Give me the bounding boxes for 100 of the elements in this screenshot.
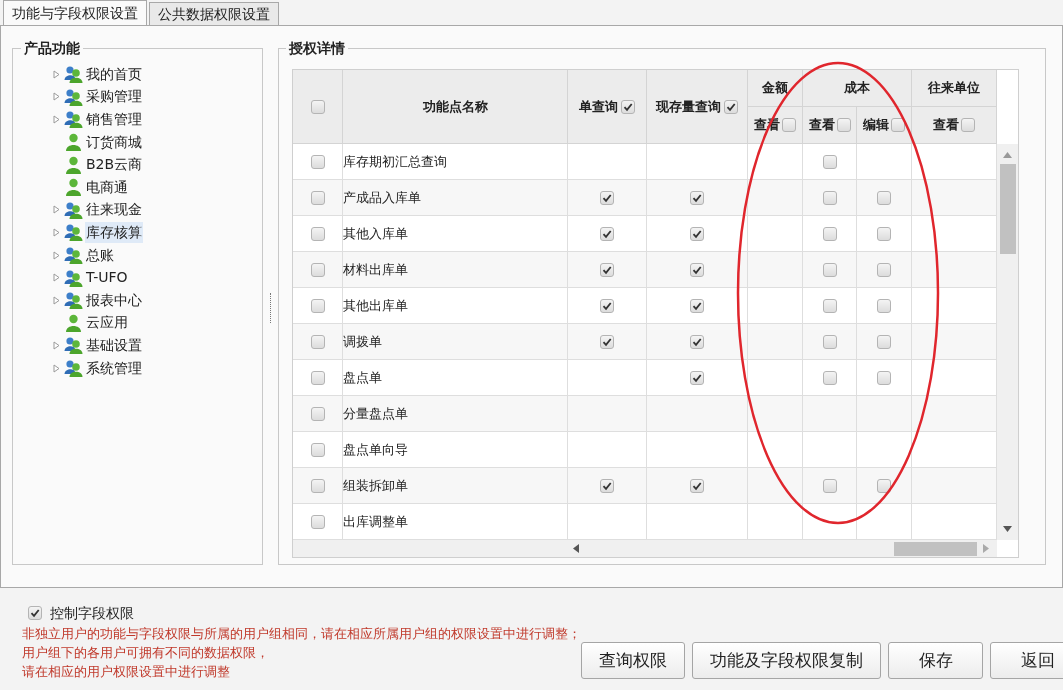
checkbox[interactable] xyxy=(600,262,614,277)
column-checkbox[interactable] xyxy=(891,118,905,132)
expand-arrow-icon[interactable] xyxy=(53,340,60,350)
checkbox[interactable] xyxy=(690,478,704,493)
tree-item[interactable]: B2B云商 xyxy=(85,154,144,176)
tree-item[interactable]: 我的首页 xyxy=(85,63,143,85)
column-checkbox[interactable] xyxy=(836,118,851,132)
checkbox[interactable] xyxy=(690,190,704,205)
column-checkbox[interactable] xyxy=(782,118,796,132)
scroll-right-icon[interactable] xyxy=(983,544,989,553)
expand-arrow-icon[interactable] xyxy=(53,295,60,305)
column-header: 功能点名称 xyxy=(422,97,488,116)
warning-note: 请在相应的用户权限设置中进行调整 xyxy=(22,663,231,681)
users-icon xyxy=(64,359,83,377)
expand-arrow-icon[interactable] xyxy=(53,250,60,260)
column-header: 查看 xyxy=(808,116,835,135)
column-checkbox[interactable] xyxy=(621,99,635,114)
column-checkbox[interactable] xyxy=(961,118,975,132)
tree-item[interactable]: 总账 xyxy=(85,244,115,266)
warning-note: 用户组下的各用户可拥有不同的数据权限， xyxy=(22,644,270,662)
column-checkbox[interactable] xyxy=(724,99,738,114)
tree-item[interactable]: 报表中心 xyxy=(85,289,143,311)
expand-arrow-icon[interactable] xyxy=(53,92,60,102)
tree-item[interactable]: 基础设置 xyxy=(85,334,143,356)
checkbox[interactable] xyxy=(822,262,837,277)
expand-arrow-icon[interactable] xyxy=(53,363,60,373)
checkbox[interactable] xyxy=(690,226,704,241)
checkbox[interactable] xyxy=(822,154,837,169)
scroll-thumb[interactable] xyxy=(894,541,977,556)
tab[interactable]: 公共数据权限设置 xyxy=(149,2,279,25)
column-header: 单查询 xyxy=(579,97,618,116)
vertical-scrollbar[interactable] xyxy=(997,144,1018,541)
checkbox[interactable] xyxy=(877,370,891,385)
users-icon xyxy=(64,291,83,310)
select-all-checkbox[interactable] xyxy=(310,99,325,114)
row-checkbox[interactable] xyxy=(310,262,325,277)
row-checkbox[interactable] xyxy=(310,190,325,205)
checkbox[interactable] xyxy=(600,478,614,493)
row-checkbox[interactable] xyxy=(310,478,325,493)
action-button[interactable]: 返回 xyxy=(990,642,1063,679)
user-icon xyxy=(64,313,83,332)
tree-item[interactable]: 云应用 xyxy=(85,312,129,334)
checkbox[interactable] xyxy=(877,226,891,241)
checkbox[interactable] xyxy=(600,334,614,349)
row-checkbox[interactable] xyxy=(310,406,325,421)
checkbox[interactable] xyxy=(877,190,891,205)
tab[interactable]: 功能与字段权限设置 xyxy=(3,0,147,25)
checkbox[interactable] xyxy=(690,298,704,313)
splitter-handle[interactable] xyxy=(269,292,272,323)
expand-arrow-icon[interactable] xyxy=(53,273,60,283)
checkbox[interactable] xyxy=(600,190,614,205)
tree-item[interactable]: 电商通 xyxy=(85,176,129,198)
field-control-checkbox[interactable] xyxy=(28,606,42,620)
warning-note: 非独立用户的功能与字段权限与所属的用户组相同，请在相应所属用户组的权限设置中进行调整； xyxy=(22,625,581,643)
scroll-left-icon[interactable] xyxy=(573,544,579,553)
row-checkbox[interactable] xyxy=(310,154,325,169)
checkbox[interactable] xyxy=(822,190,837,205)
checkbox[interactable] xyxy=(822,478,837,493)
row-checkbox[interactable] xyxy=(310,334,325,349)
expand-arrow-icon[interactable] xyxy=(53,205,60,215)
tree-item[interactable]: T-UFO xyxy=(85,267,129,289)
action-button[interactable]: 查询权限 xyxy=(581,642,685,679)
checkbox[interactable] xyxy=(877,334,891,349)
checkbox-label: 控制字段权限 xyxy=(50,603,134,623)
checkbox[interactable] xyxy=(822,226,837,241)
checkbox[interactable] xyxy=(822,334,837,349)
tree-item[interactable]: 往来现金 xyxy=(85,199,143,221)
row-checkbox[interactable] xyxy=(310,298,325,313)
checkbox[interactable] xyxy=(690,334,704,349)
scroll-up-icon[interactable] xyxy=(1003,152,1012,158)
tree-item[interactable]: 订货商城 xyxy=(85,131,143,153)
users-icon xyxy=(64,200,83,219)
row-checkbox[interactable] xyxy=(310,514,325,529)
group-header: 成本 xyxy=(844,79,870,98)
action-button[interactable]: 保存 xyxy=(888,642,983,679)
checkbox[interactable] xyxy=(877,478,891,493)
checkbox[interactable] xyxy=(600,298,614,313)
scroll-thumb[interactable] xyxy=(999,164,1016,254)
expand-arrow-icon[interactable] xyxy=(53,227,60,237)
expand-arrow-icon[interactable] xyxy=(53,115,60,124)
tree-item[interactable]: 采购管理 xyxy=(85,86,143,108)
row-checkbox[interactable] xyxy=(310,370,325,385)
tree-item[interactable]: 库存核算 xyxy=(85,221,143,243)
group-header: 往来单位 xyxy=(928,79,980,98)
checkbox[interactable] xyxy=(690,262,704,277)
checkbox[interactable] xyxy=(877,298,891,313)
checkbox[interactable] xyxy=(822,370,837,385)
expand-arrow-icon[interactable] xyxy=(53,69,60,79)
checkbox[interactable] xyxy=(877,262,891,277)
action-button[interactable]: 功能及字段权限复制 xyxy=(692,642,881,679)
row-checkbox[interactable] xyxy=(310,226,325,241)
checkbox[interactable] xyxy=(600,226,614,241)
scroll-down-icon[interactable] xyxy=(1003,526,1012,533)
horizontal-scrollbar[interactable] xyxy=(293,540,997,557)
checkbox[interactable] xyxy=(690,370,704,385)
checkbox[interactable] xyxy=(822,298,837,313)
tree-item[interactable]: 销售管理 xyxy=(85,109,143,130)
row-checkbox[interactable] xyxy=(310,442,325,457)
panel-title: 授权详情 xyxy=(288,39,346,58)
tree-item[interactable]: 系统管理 xyxy=(85,357,143,379)
